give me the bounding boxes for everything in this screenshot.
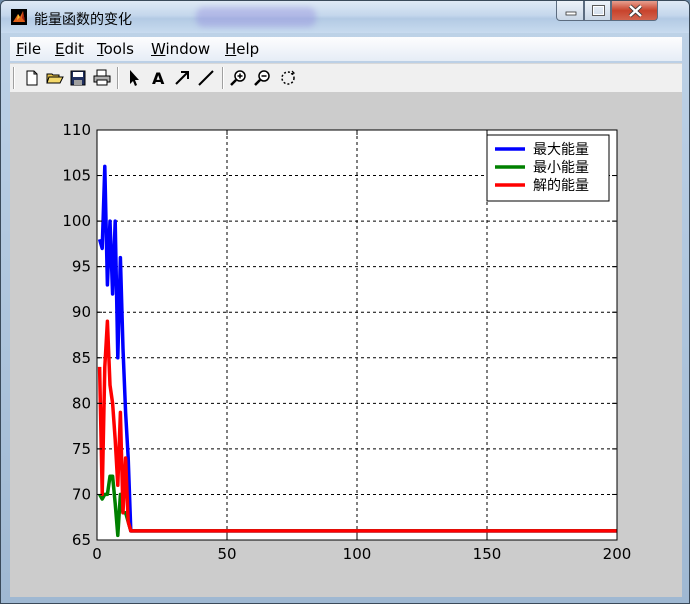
new-file-icon[interactable] [22, 68, 42, 88]
toolbar-separator [222, 67, 224, 89]
print-icon[interactable] [92, 68, 112, 88]
rotate-icon[interactable] [278, 68, 298, 88]
close-icon [628, 4, 643, 18]
title-glow [196, 7, 316, 27]
minimize-button[interactable] [556, 1, 584, 21]
zoom-in-icon[interactable] [229, 68, 249, 88]
y-tick-label: 80 [72, 394, 91, 412]
insert-text-icon[interactable]: A [148, 68, 168, 88]
toolbar: A [10, 63, 682, 92]
y-tick-label: 85 [72, 349, 91, 367]
legend-label-1: 最大能量 [533, 142, 589, 158]
maximize-button[interactable] [584, 1, 611, 21]
y-tick-label: 105 [62, 167, 91, 185]
y-tick-label: 95 [72, 258, 91, 276]
matlab-icon [11, 9, 27, 25]
x-tick-label: 0 [92, 545, 102, 563]
window-title: 能量函数的变化 [34, 12, 132, 28]
y-tick-label: 65 [72, 531, 91, 549]
legend-label-3: 解的能量 [533, 178, 589, 194]
open-folder-icon[interactable] [45, 68, 65, 88]
menu-bar: File Edit Tools Window Help [10, 37, 682, 61]
svg-text:A: A [152, 69, 165, 88]
toolbar-grip [13, 67, 15, 89]
line-chart[interactable]: 0 50 100 150 200 65 70 75 80 85 90 95 100 105 110 最大能量最… [10, 92, 682, 597]
legend-label-2: 最小能量 [533, 160, 589, 176]
insert-arrow-icon[interactable] [172, 68, 192, 88]
x-tick-label: 100 [343, 545, 372, 563]
save-icon[interactable] [68, 68, 88, 88]
figure-window: 能量函数的变化 File Edit Tools Window Help A 0 … [0, 0, 690, 604]
y-tick-label: 75 [72, 440, 91, 458]
minimize-icon [565, 11, 577, 16]
menu-help[interactable]: Help [225, 40, 259, 58]
menu-edit[interactable]: Edit [55, 40, 84, 58]
x-tick-label: 50 [217, 545, 236, 563]
menu-tools[interactable]: Tools [97, 40, 134, 58]
close-button[interactable] [611, 1, 658, 21]
menu-window[interactable]: Window [151, 40, 210, 58]
y-tick-label: 100 [62, 212, 91, 230]
y-tick-label: 70 [72, 485, 91, 503]
title-bar[interactable]: 能量函数的变化 [1, 1, 689, 33]
select-arrow-icon[interactable] [124, 68, 144, 88]
figure-canvas: 0 50 100 150 200 65 70 75 80 85 90 95 100 105 110 最大能量最… [10, 92, 682, 597]
insert-line-icon[interactable] [196, 68, 216, 88]
x-tick-label: 200 [603, 545, 632, 563]
y-tick-label: 110 [62, 121, 91, 139]
toolbar-separator [117, 67, 119, 89]
y-tick-label: 90 [72, 303, 91, 321]
menu-file[interactable]: File [16, 40, 41, 58]
maximize-icon [592, 5, 605, 16]
zoom-out-icon[interactable] [253, 68, 273, 88]
x-tick-label: 150 [473, 545, 502, 563]
